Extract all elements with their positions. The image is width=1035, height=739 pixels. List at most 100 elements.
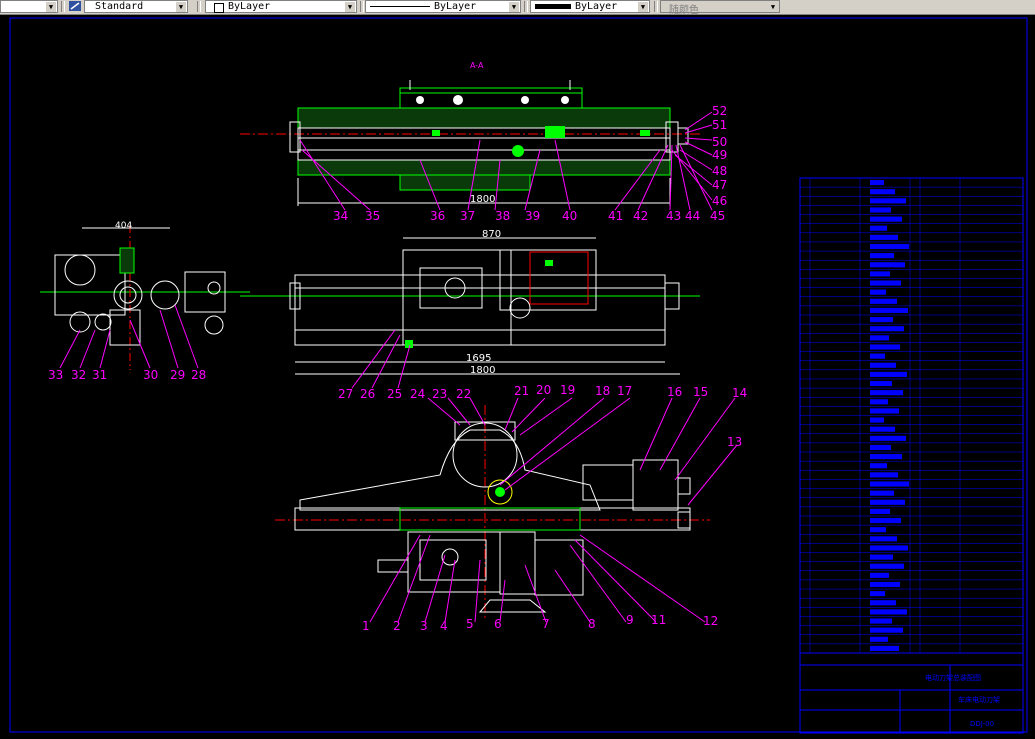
- layer-combo-wrap: ByLayer ▼: [205, 0, 357, 13]
- dim-mid-width: 870: [482, 229, 501, 240]
- callout-28: 28: [191, 368, 206, 382]
- callout-45: 45: [710, 209, 725, 223]
- callout-16: 16: [667, 385, 682, 399]
- chevron-down-icon[interactable]: ▼: [638, 1, 648, 12]
- linetype-combo[interactable]: ByLayer ▼: [365, 0, 521, 13]
- style-combo-wrap: Standard ▼: [84, 0, 188, 13]
- toolbar-separator: [197, 1, 201, 12]
- dimstyle-icon[interactable]: [68, 0, 82, 12]
- callout-34: 34: [333, 209, 348, 223]
- title-block-title: 电动刀架总装配图: [925, 673, 981, 682]
- parts-list-table: [799, 177, 1024, 654]
- callout-22: 22: [456, 387, 471, 401]
- callout-11: 11: [651, 613, 666, 627]
- callout-43: 43: [666, 209, 681, 223]
- side-view-left: 404: [40, 221, 250, 370]
- callout-leaders-mid: [59, 304, 411, 389]
- callout-29: 29: [170, 368, 185, 382]
- callout-33: 33: [48, 368, 63, 382]
- callout-7: 7: [542, 617, 550, 631]
- dim-side-width: 404: [115, 221, 132, 231]
- chevron-down-icon[interactable]: ▼: [345, 1, 355, 12]
- callout-3: 3: [420, 619, 428, 633]
- callout-47: 47: [712, 178, 727, 192]
- callout-26: 26: [360, 387, 375, 401]
- callout-31: 31: [92, 368, 107, 382]
- linetype-combo-wrap: ByLayer ▼: [365, 0, 521, 13]
- dim-mid-inner: 1695: [466, 353, 491, 364]
- section-view-top: A-A 1800: [240, 61, 700, 206]
- title-block: 电动刀架总装配图 车床电动刀架 DDJ-00: [799, 652, 1024, 734]
- callout-labels-mid: 33 32 31 30 29 28 27 26 25: [48, 368, 402, 401]
- callout-46: 46: [712, 194, 727, 208]
- lineweight-combo-wrap: ByLayer ▼: [530, 0, 650, 13]
- chevron-down-icon[interactable]: ▼: [46, 1, 56, 12]
- callout-20: 20: [536, 383, 551, 397]
- linetype-sample-icon: [370, 5, 430, 7]
- plotstyle-value: 随颜色: [669, 4, 699, 16]
- callout-38: 38: [495, 209, 510, 223]
- callout-9: 9: [626, 613, 634, 627]
- style-combo[interactable]: Standard ▼: [84, 0, 188, 13]
- toolbar-separator: [524, 1, 528, 12]
- callout-52: 52: [712, 104, 727, 118]
- textstyle-prev-combo[interactable]: ▼: [0, 0, 58, 13]
- callout-48: 48: [712, 164, 727, 178]
- callout-49: 49: [712, 148, 727, 162]
- callout-42: 42: [633, 209, 648, 223]
- color-swatch-icon: [214, 2, 224, 13]
- callout-35: 35: [365, 209, 380, 223]
- callout-18: 18: [595, 384, 610, 398]
- elevation-view-bottom: [275, 405, 710, 620]
- dim-mid-overall: 1800: [470, 365, 495, 376]
- callout-12: 12: [703, 614, 718, 628]
- callout-32: 32: [71, 368, 86, 382]
- toolbar-left-stub: ▼: [0, 0, 58, 13]
- lineweight-combo[interactable]: ByLayer ▼: [530, 0, 650, 13]
- layer-combo[interactable]: ByLayer ▼: [205, 0, 357, 13]
- lineweight-sample-icon: [535, 3, 571, 9]
- callout-44: 44: [685, 209, 700, 223]
- callout-5: 5: [466, 617, 474, 631]
- callout-36: 36: [430, 209, 445, 223]
- callout-4: 4: [440, 619, 448, 633]
- callout-40: 40: [562, 209, 577, 223]
- cad-drawing: A-A 1800 34 35 36 37 38 39 40 41 42 43 4…: [9, 17, 1028, 734]
- title-block-subtitle: 车床电动刀架: [958, 695, 1000, 704]
- callout-13: 13: [727, 435, 742, 449]
- plan-view-middle: 870 1695 1800: [240, 229, 700, 376]
- toolbar-separator: [654, 1, 658, 12]
- toolbar-separator: [61, 1, 65, 12]
- dim-top-overall: 1800: [470, 194, 495, 205]
- section-title: A-A: [470, 61, 484, 70]
- callout-41: 41: [608, 209, 623, 223]
- callout-2: 2: [393, 619, 401, 633]
- callout-39: 39: [525, 209, 540, 223]
- callout-27: 27: [338, 387, 353, 401]
- callout-17: 17: [617, 384, 632, 398]
- toolbar-separator: [360, 1, 364, 12]
- callout-24: 24: [410, 387, 425, 401]
- callout-1: 1: [362, 619, 370, 633]
- chevron-down-icon[interactable]: ▼: [768, 1, 778, 12]
- callout-8: 8: [588, 617, 596, 631]
- plotstyle-combo-wrap: 随颜色 ▼: [660, 0, 780, 16]
- style-value: Standard: [95, 0, 144, 12]
- callout-14: 14: [732, 386, 747, 400]
- callout-25: 25: [387, 387, 402, 401]
- drawing-canvas[interactable]: A-A 1800 34 35 36 37 38 39 40 41 42 43 4…: [0, 15, 1035, 735]
- callout-30: 30: [143, 368, 158, 382]
- callout-50: 50: [712, 135, 727, 149]
- title-block-code: DDJ-00: [970, 720, 994, 728]
- plotstyle-combo[interactable]: 随颜色 ▼: [660, 0, 780, 16]
- callout-19: 19: [560, 383, 575, 397]
- properties-toolbar: ▼ Standard ▼ ByLayer ▼ ByLayer ▼ ByLayer…: [0, 0, 1035, 16]
- callout-6: 6: [494, 617, 502, 631]
- chevron-down-icon[interactable]: ▼: [509, 1, 519, 12]
- callout-37: 37: [460, 209, 475, 223]
- callout-23: 23: [432, 387, 447, 401]
- callout-15: 15: [693, 385, 708, 399]
- callout-51: 51: [712, 118, 727, 132]
- chevron-down-icon[interactable]: ▼: [176, 1, 186, 12]
- callout-21: 21: [514, 384, 529, 398]
